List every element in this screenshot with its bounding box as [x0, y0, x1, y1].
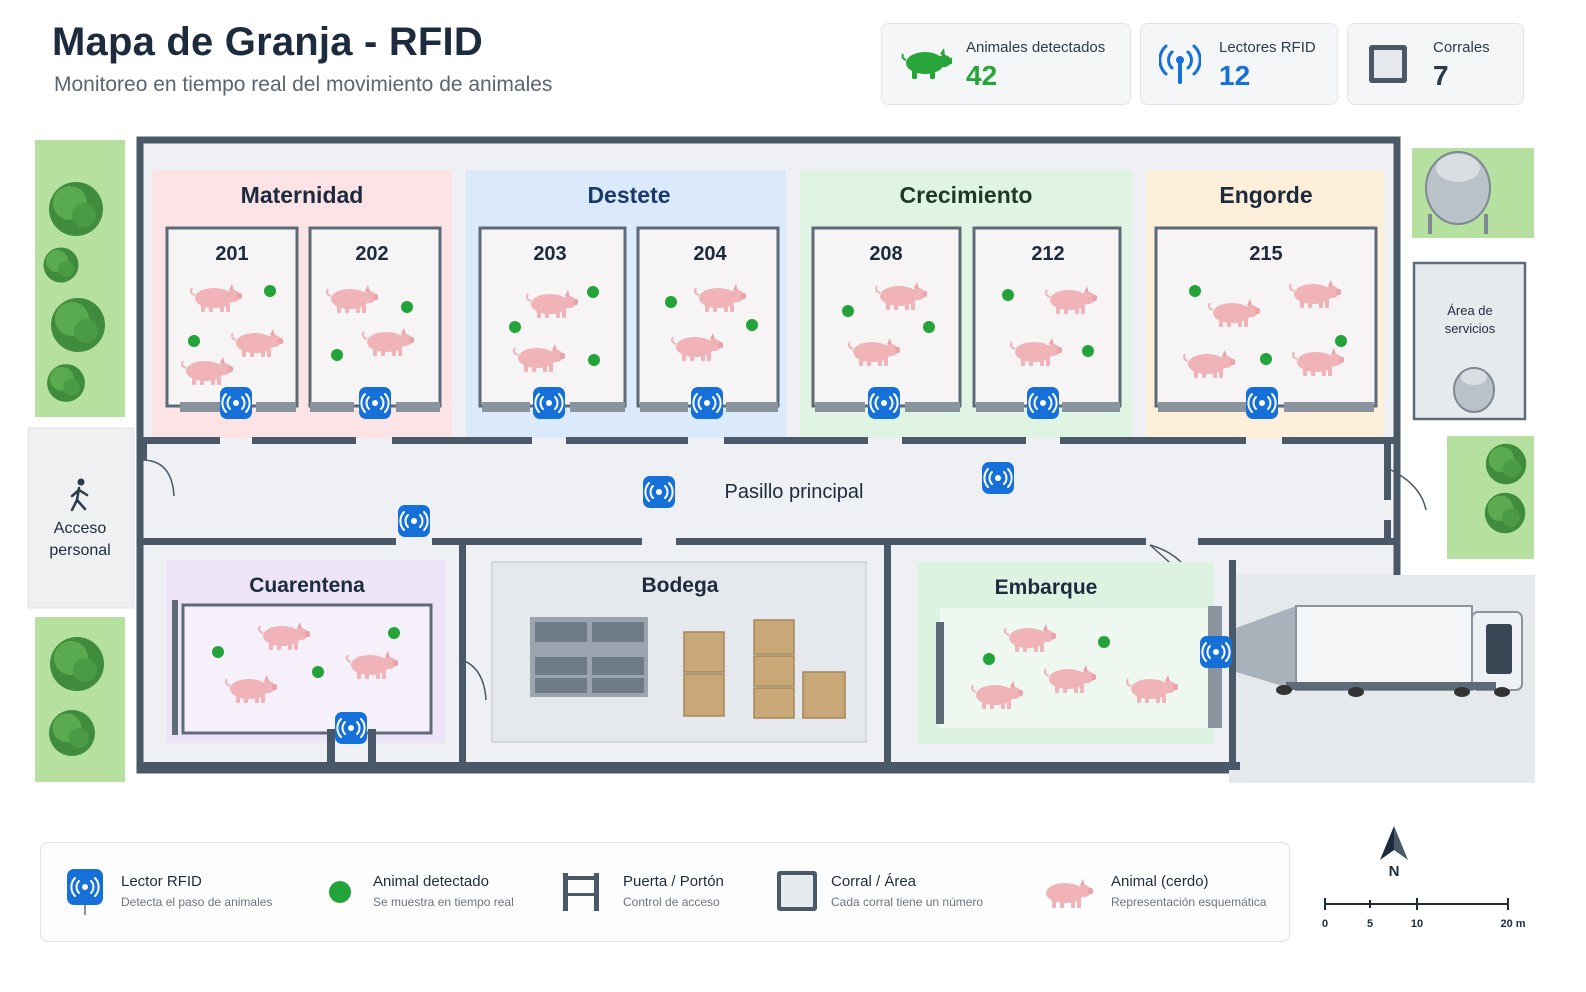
legend-title: Lector RFID: [121, 873, 202, 890]
zone-label-embarque: Embarque: [995, 576, 1098, 599]
tree-icon: [51, 298, 105, 352]
legend-desc: Detecta el paso de animales: [121, 895, 273, 909]
zone-label-engorde: Engorde: [1219, 182, 1312, 208]
small-tank-icon: [1453, 367, 1495, 413]
zone-label-destete: Destete: [587, 182, 670, 208]
gate-icon: [563, 873, 599, 911]
pen-label: 204: [693, 243, 727, 265]
north-arrow-icon: [1380, 826, 1408, 860]
pen-label: 203: [533, 243, 566, 265]
zone-label-maternidad: Maternidad: [241, 182, 364, 208]
tree-icon: [1485, 443, 1527, 485]
pen-label: 212: [1031, 243, 1064, 265]
legend-desc: Representación esquemática: [1111, 895, 1267, 909]
access-label-line1: Acceso: [54, 520, 107, 537]
zone-label-cuarentena: Cuarentena: [249, 574, 365, 597]
tree-icon: [49, 710, 95, 756]
pen-label: 208: [869, 243, 902, 265]
legend-desc: Control de acceso: [623, 895, 720, 909]
scale-tick-label: 20 m: [1500, 918, 1525, 930]
legend-desc: Se muestra en tiempo real: [373, 895, 514, 909]
tree-icon: [49, 182, 103, 236]
pen-cuarentena: [181, 603, 433, 735]
pen-label: 201: [215, 243, 248, 265]
pen-label: 202: [355, 243, 388, 265]
pen-embarque: [940, 608, 1214, 728]
pen-icon: [777, 871, 817, 911]
tree-icon: [1484, 492, 1526, 534]
scale-tick-label: 5: [1367, 918, 1373, 930]
tree-icon: [47, 364, 85, 402]
zone-label-crecimiento: Crecimiento: [900, 182, 1033, 208]
zone-label-bodega: Bodega: [641, 574, 718, 597]
truck-icon: [1236, 605, 1523, 697]
access-label-line2: personal: [49, 542, 110, 559]
legend-title: Animal (cerdo): [1111, 873, 1209, 890]
shelf-icon: [530, 617, 648, 697]
scale-tick-label: 0: [1322, 918, 1328, 930]
tree-icon: [50, 637, 104, 691]
services-label-line1: Área de: [1447, 303, 1493, 318]
tree-icon: [43, 247, 79, 283]
rfid-reader-icon: [67, 869, 103, 915]
scale-bar: [1324, 898, 1509, 910]
legend-title: Corral / Área: [831, 873, 917, 890]
compass-scale: N 0 5 10 20 m: [1322, 826, 1526, 930]
legend-title: Puerta / Portón: [623, 873, 724, 890]
north-label: N: [1389, 863, 1400, 880]
access-panel: [27, 427, 135, 609]
pen-label: 215: [1249, 243, 1282, 265]
farm-map: Maternidad Destete Crecimiento Engorde C…: [27, 136, 1535, 783]
green-dot-icon: [329, 881, 351, 903]
legend-title: Animal detectado: [373, 873, 489, 890]
services-label-line2: servicios: [1445, 321, 1496, 336]
pig-icon: [1046, 879, 1093, 908]
legend-desc: Cada corral tiene un número: [831, 895, 984, 909]
corridor-label: Pasillo principal: [725, 481, 864, 503]
map-legend: Lector RFID Detecta el paso de animales …: [40, 842, 1290, 942]
scale-tick-label: 10: [1411, 918, 1423, 930]
